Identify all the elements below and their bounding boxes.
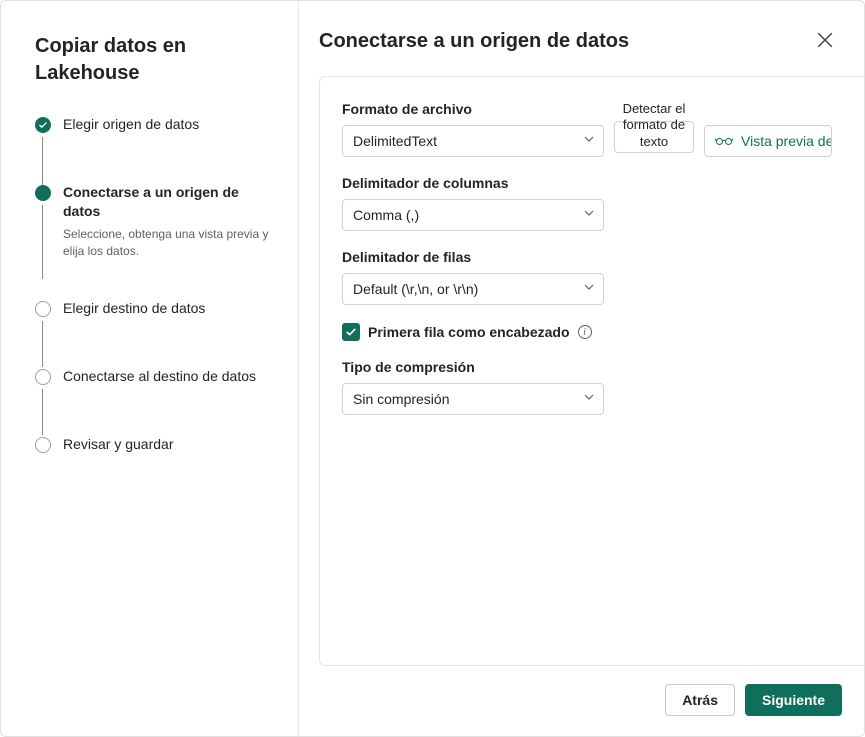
compression-label: Tipo de compresión [342, 359, 842, 375]
step-label: Revisar y guardar [63, 436, 174, 452]
back-button[interactable]: Atrás [665, 684, 735, 716]
first-row-header-label: Primera fila como encabezado [368, 324, 570, 340]
first-row-header-row: Primera fila como encabezado i [342, 323, 842, 341]
compression-select[interactable] [342, 383, 604, 415]
col-delimiter-group: Delimitador de columnas [342, 175, 842, 231]
file-format-select[interactable] [342, 125, 604, 157]
detect-format-button[interactable] [614, 121, 694, 153]
file-format-label: Formato de archivo [342, 101, 604, 117]
pending-step-icon [35, 437, 51, 453]
pending-step-icon [35, 369, 51, 385]
step-label: Elegir origen de datos [63, 116, 199, 132]
sidebar-title: Copiar datos en Lakehouse [35, 33, 276, 87]
close-button[interactable] [812, 27, 838, 56]
col-delimiter-label: Delimitador de columnas [342, 175, 842, 191]
main-panel: Conectarse a un origen de datos Formato … [299, 1, 864, 736]
pending-step-icon [35, 301, 51, 317]
step-label: Conectarse a un origen de datos [63, 184, 239, 220]
wizard-footer: Atrás Siguiente [299, 666, 864, 736]
step-label: Elegir destino de datos [63, 300, 205, 316]
wizard-steps: Elegir origen de datos Conectarse a un o… [35, 115, 276, 467]
step-elegir-origen[interactable]: Elegir origen de datos [35, 115, 276, 183]
glasses-icon [715, 133, 733, 150]
close-icon [816, 37, 834, 52]
step-conectarse-origen[interactable]: Conectarse a un origen de datos Seleccio… [35, 183, 276, 300]
step-description: Seleccione, obtenga una vista previa y e… [63, 226, 276, 260]
file-format-group: Formato de archivo [342, 101, 604, 157]
col-delimiter-select[interactable] [342, 199, 604, 231]
main-title: Conectarse a un origen de datos [319, 30, 629, 53]
compression-group: Tipo de compresión [342, 359, 842, 415]
check-circle-icon [35, 117, 51, 133]
info-icon[interactable]: i [578, 325, 592, 339]
step-revisar-guardar[interactable]: Revisar y guardar [35, 435, 276, 467]
step-elegir-destino[interactable]: Elegir destino de datos [35, 299, 276, 367]
preview-data-button[interactable]: Vista previa de los datos [704, 125, 832, 157]
current-step-icon [35, 185, 51, 201]
step-label: Conectarse al destino de datos [63, 368, 256, 384]
step-conectarse-destino[interactable]: Conectarse al destino de datos [35, 367, 276, 435]
form-card: Formato de archivo Detectar el formato d… [319, 76, 864, 666]
wizard-sidebar: Copiar datos en Lakehouse Elegir origen … [1, 1, 299, 736]
row-delimiter-select[interactable] [342, 273, 604, 305]
next-button[interactable]: Siguiente [745, 684, 842, 716]
first-row-header-checkbox[interactable] [342, 323, 360, 341]
preview-data-label: Vista previa de los datos [741, 133, 832, 149]
row-delimiter-group: Delimitador de filas [342, 249, 842, 305]
row-delimiter-label: Delimitador de filas [342, 249, 842, 265]
